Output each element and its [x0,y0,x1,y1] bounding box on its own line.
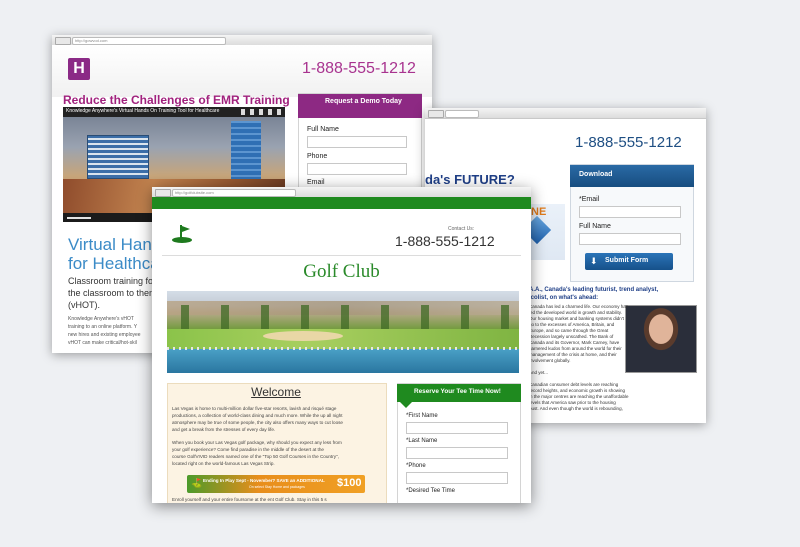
body-line5: Europe, and so came through the Great [529,328,609,333]
quote-heading-line1: A.A., Canada's leading futurist, trend a… [529,287,659,293]
back-forward-buttons[interactable] [55,37,71,45]
tail-text: Enroll yourself and your entire foursome… [172,497,327,502]
paragraph2-line1: When you book your Las Vegas golf packag… [172,440,342,445]
full-name-input[interactable] [307,136,407,148]
sand-bunker [263,331,343,341]
tee-time-label: *Desired Tee Time [406,488,455,494]
hero-heading-line2: for Healthca [68,254,160,273]
body-line9: management of the crisis at home, and th… [529,352,617,357]
first-name-input[interactable] [406,422,508,434]
paragraph2-line3: course GolfVIVID readers named one of th… [172,454,339,459]
fairway [167,329,519,349]
header-divider [162,255,521,256]
last-name-label: *Last Name [406,438,438,444]
promo-banner-subtext: On select Stay Home and packages [249,485,305,489]
small-text-line4: vHOT can make critical/hot-skil [68,340,137,346]
paragraph2-line2: your golf experience? Come find paradise… [172,447,324,452]
phone-number: 1-888-555-1212 [575,134,682,151]
body-line10: involvement globally. [529,358,571,363]
download-arrow-icon: ⬇ [590,256,598,266]
hero-heading-line1: Virtual Hand [68,235,162,254]
phone-label: *Phone [406,463,426,469]
promo-banner-text: Ending In Play Sept - November? SAVE an … [203,478,325,483]
small-text-line3: new hires and existing employee [68,332,141,338]
body-line2: led the developed world in growth and st… [529,310,622,315]
form-title: Request a Demo Today [325,98,402,105]
address-bar[interactable]: http://golfclubsite.com [172,189,296,197]
top-green-bar [152,197,531,209]
submit-form-label: Submit Form [605,257,649,264]
page-headline: Reduce the Challenges of EMR Training [63,93,290,107]
body-line7: Canada and its Governor, Mark Carney, ha… [529,340,620,345]
page-title: Golf Club [303,261,380,282]
body-line11: And yet... [529,370,549,375]
author-photo [625,305,697,373]
submit-form-button[interactable]: ⬇ Submit Form [585,253,673,270]
full-name-label: Full Name [579,223,611,230]
small-text-line1: Knowledge Anywhere's vHOT [68,316,134,322]
phone-number: 1-888-555-1212 [395,233,495,249]
body-line4: go to the excesses of America, Britain, … [529,322,615,327]
first-name-label: *First Name [406,413,438,419]
description-line3: (vHOT). [68,300,100,310]
description-line2: the classroom to them [68,288,157,298]
body-line1: Canada has led a charmed life. Our econo… [529,304,629,309]
back-forward-buttons[interactable] [428,110,444,118]
golf-flag-icon: ⛳ [191,478,203,488]
welcome-heading: Welcome [251,385,301,399]
back-forward-buttons[interactable] [155,189,171,197]
contact-label: Contact Us: [448,226,475,232]
form-header-tab [400,402,412,408]
promo-letters: NE [531,206,547,218]
description-line1: Classroom training for [68,276,157,286]
paragraph1-line1: Las Vegas is home to multi-million dolla… [172,406,337,411]
address-bar[interactable] [445,110,479,118]
golf-course-photo [167,291,519,373]
phone-input[interactable] [406,472,508,484]
last-name-input[interactable] [406,447,508,459]
video-controls-icons[interactable] [241,109,281,115]
small-text-line2: training to an online platform. Y [68,324,138,330]
form-title: Download [579,171,613,178]
phone-label: Phone [307,153,328,160]
water-hazard [167,349,519,373]
tee-time-form: Reserve Your Tee Time Now! *First Name *… [397,383,521,503]
full-name-label: Full Name [307,126,339,133]
phone-number: 1-888-555-1212 [302,60,416,77]
page-headline: da's FUTURE? [425,172,515,187]
hospital-building-left [87,135,149,179]
body-line8: garnered kudos from around the world for… [529,346,622,351]
body-line16: bust. And even though the world is rebou… [529,406,623,411]
body-line3: Our housing market and banking systems d… [529,316,624,321]
paragraph1-line2: productions, a collection of world-class… [172,413,343,418]
body-line12: Canadian consumer debt levels are reachi… [529,382,619,387]
paragraph2-line4: located right on the world-famous Las Ve… [172,461,275,466]
body-line6: Recession largely unscathed. The Bank of [529,334,614,339]
download-form: Download *Email Full Name ⬇ Submit Form [570,164,694,282]
video-title: Knowledge Anywhere's Virtual Hands On Tr… [66,108,220,114]
phone-input[interactable] [307,163,407,175]
promo-banner[interactable]: ⛳ Ending In Play Sept - November? SAVE a… [187,475,365,493]
email-input[interactable] [579,206,681,218]
paragraph1-line4: and get a break from the stresses of eve… [172,427,276,432]
bridge-railing [167,347,519,350]
paragraph1-line3: atmosphere may be true of some people, t… [172,420,343,425]
address-bar[interactable]: http://gowvod.com [72,37,226,45]
body-line14: in the major centres are reaching the un… [529,394,629,399]
golf-landing-window: http://golfclubsite.com Contact Us: 1-88… [152,187,531,503]
body-line13: record heights, and economic growth is s… [529,388,626,393]
browser-toolbar [425,108,706,119]
promo-amount: $100 [337,477,362,489]
form-title: Reserve Your Tee Time Now! [414,388,501,395]
hospital-logo-icon: H [68,58,90,80]
golf-logo-icon [172,225,192,243]
body-line15: levels that America saw prior to the hou… [529,400,616,405]
quote-heading-line2: icolist, on what's ahead: [529,295,599,301]
video-progress-fill [67,217,91,219]
full-name-input[interactable] [579,233,681,245]
email-label: *Email [579,196,600,203]
email-label: Email [307,179,325,186]
